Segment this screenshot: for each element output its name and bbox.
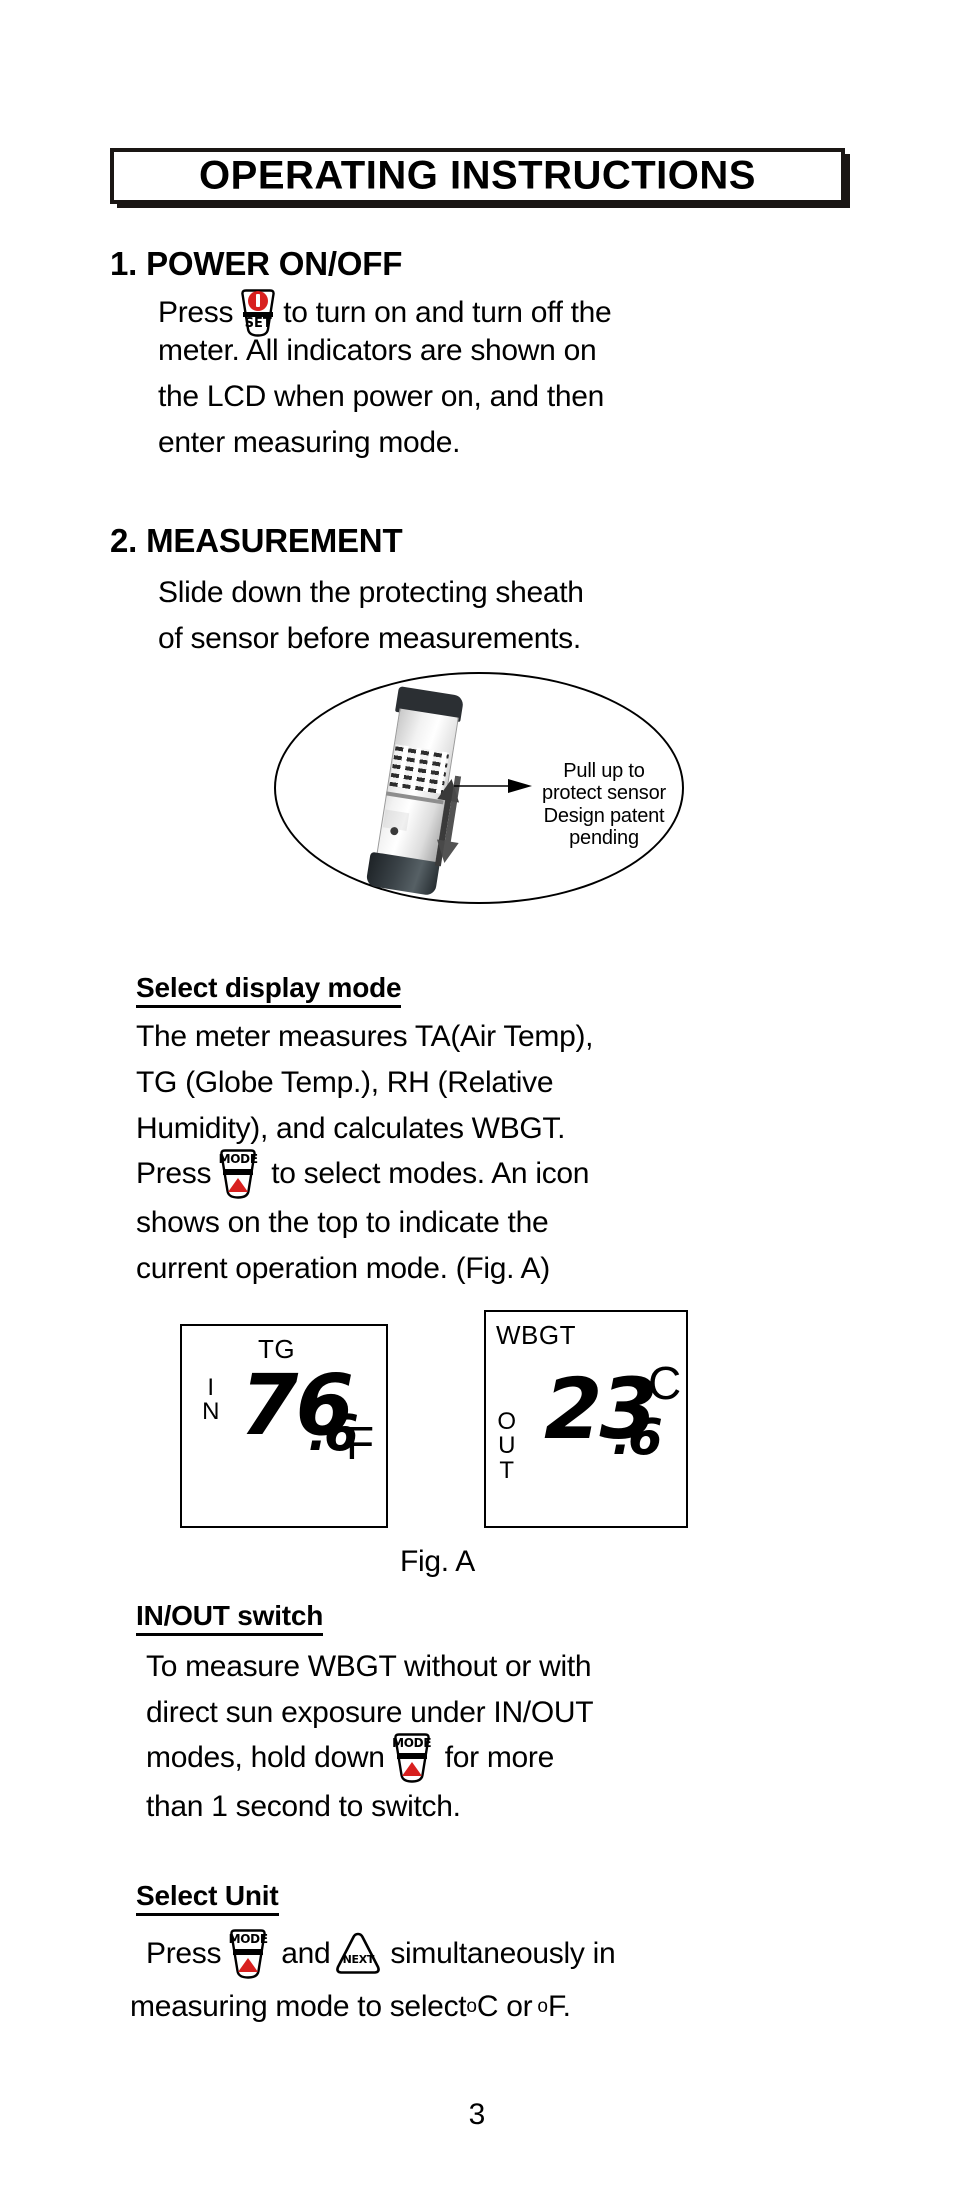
section-2-line-2: of sensor before measurements.	[158, 622, 581, 655]
mode-button-label-3: MODE	[228, 1932, 268, 1946]
lcd-right-mode-label: WBGT	[496, 1320, 576, 1350]
sensor-illustration: Pull up to protect sensor Design patent …	[274, 672, 684, 904]
page-title: OPERATING INSTRUCTIONS	[199, 153, 756, 198]
next-button-label: NEXT	[342, 1953, 375, 1966]
next-button-icon[interactable]: NEXT	[333, 1931, 383, 1977]
select-unit-line-1-post: simultaneously in	[390, 1937, 616, 1970]
lcd-left-side-label: IN	[200, 1374, 222, 1426]
select-unit-line-1: Press MODE and NEXT simultaneously in	[146, 1928, 616, 1980]
mode-button-bar-3	[233, 1949, 264, 1955]
select-unit-line-2-pre: measuring mode to select	[130, 1990, 467, 2023]
section-1-line-1-post: to turn on and turn off the	[283, 296, 612, 329]
degree-symbol-2: o	[537, 1996, 548, 2017]
select-display-mode-line-1: The meter measures TA(Air Temp),	[136, 1020, 594, 1053]
select-unit-line-2-mid: C or	[476, 1990, 533, 2023]
lcd-right-unit: C	[648, 1357, 682, 1409]
mode-button-label-2: MODE	[392, 1736, 432, 1750]
section-2-line-1: Slide down the protecting sheath	[158, 576, 584, 609]
in-out-switch-line-2: direct sun exposure under IN/OUT	[146, 1696, 594, 1729]
mode-button-label: MODE	[218, 1152, 258, 1166]
in-out-switch-line-1: To measure WBGT without or with	[146, 1650, 592, 1683]
degree-symbol-1: o	[466, 1996, 477, 2017]
sensor-callout-text: Pull up to protect sensor Design patent …	[526, 760, 682, 850]
set-power-button-icon[interactable]: SET	[237, 288, 279, 338]
mode-button-icon-2[interactable]: MODE	[389, 1732, 435, 1784]
page-title-box: OPERATING INSTRUCTIONS	[110, 148, 845, 204]
select-display-mode-line-4-pre: Press	[136, 1157, 212, 1190]
section-1-line-3: the LCD when power on, and then	[158, 380, 605, 413]
instruction-page: OPERATING INSTRUCTIONS 1. POWER ON/OFF P…	[0, 0, 954, 2202]
lcd-left-unit: F	[346, 1417, 375, 1469]
select-display-mode-heading: Select display mode	[136, 972, 402, 1008]
select-display-mode-line-4-post: to select modes. An icon	[271, 1157, 590, 1190]
lcd-display-left: TG IN 76 .6 F	[180, 1324, 388, 1528]
set-button-label: SET	[244, 316, 272, 331]
callout-line-4: pending	[569, 827, 639, 850]
in-out-switch-line-3-pre: modes, hold down	[146, 1741, 385, 1774]
select-display-mode-line-4: Press MODE to select modes. An icon	[136, 1148, 589, 1200]
select-unit-line-2-post: F.	[547, 1990, 571, 2023]
lcd-right-side-label: OUT	[496, 1408, 518, 1484]
select-display-mode-line-6: current operation mode. (Fig. A)	[136, 1252, 550, 1285]
section-1-line-1-pre: Press	[158, 296, 234, 329]
select-unit-line-1-mid: and	[281, 1937, 331, 1970]
in-out-switch-line-3: modes, hold down MODE for more	[146, 1732, 554, 1784]
mode-button-icon[interactable]: MODE	[215, 1148, 261, 1200]
mode-button-bar-2	[396, 1753, 427, 1759]
in-out-switch-line-3-post: for more	[444, 1741, 555, 1774]
section-1-line-1: Press SET to turn on and turn off the	[158, 288, 612, 338]
section-1-heading: 1. POWER ON/OFF	[110, 245, 403, 282]
select-unit-line-1-pre: Press	[146, 1937, 222, 1970]
select-display-mode-line-2: TG (Globe Temp.), RH (Relative	[136, 1066, 554, 1099]
mode-button-triangle-icon-3	[238, 1958, 259, 1972]
mode-button-bar	[223, 1169, 254, 1175]
figure-a-caption: Fig. A	[400, 1545, 475, 1578]
select-display-mode-line-3: Humidity), and calculates WBGT.	[136, 1112, 566, 1145]
mode-button-icon-3[interactable]: MODE	[225, 1928, 271, 1980]
section-1-line-4: enter measuring mode.	[158, 426, 461, 459]
lcd-right-side-text: OUT	[497, 1408, 517, 1484]
lcd-right-value-decimal: .6	[612, 1408, 663, 1466]
callout-line-1: Pull up to	[563, 760, 645, 782]
select-display-mode-line-5: shows on the top to indicate the	[136, 1206, 549, 1239]
page-number: 3	[468, 2098, 486, 2131]
lcd-left-side-text: IN	[202, 1374, 220, 1426]
select-unit-heading: Select Unit	[136, 1880, 279, 1916]
mode-button-triangle-icon	[228, 1178, 249, 1192]
mode-button-triangle-icon-2	[401, 1762, 422, 1776]
callout-line-2: protect sensor	[542, 782, 666, 805]
select-unit-line-2: measuring mode to select o C or o F.	[130, 1990, 571, 2024]
callout-line-3: Design patent	[543, 804, 665, 827]
lcd-display-right: WBGT OUT 23 .6 C	[484, 1310, 688, 1528]
in-out-switch-heading: IN/OUT switch	[136, 1600, 323, 1636]
in-out-switch-line-4: than 1 second to switch.	[146, 1790, 461, 1823]
section-2-heading: 2. MEASUREMENT	[110, 522, 403, 559]
section-1-line-2: meter. All indicators are shown on	[158, 334, 597, 367]
